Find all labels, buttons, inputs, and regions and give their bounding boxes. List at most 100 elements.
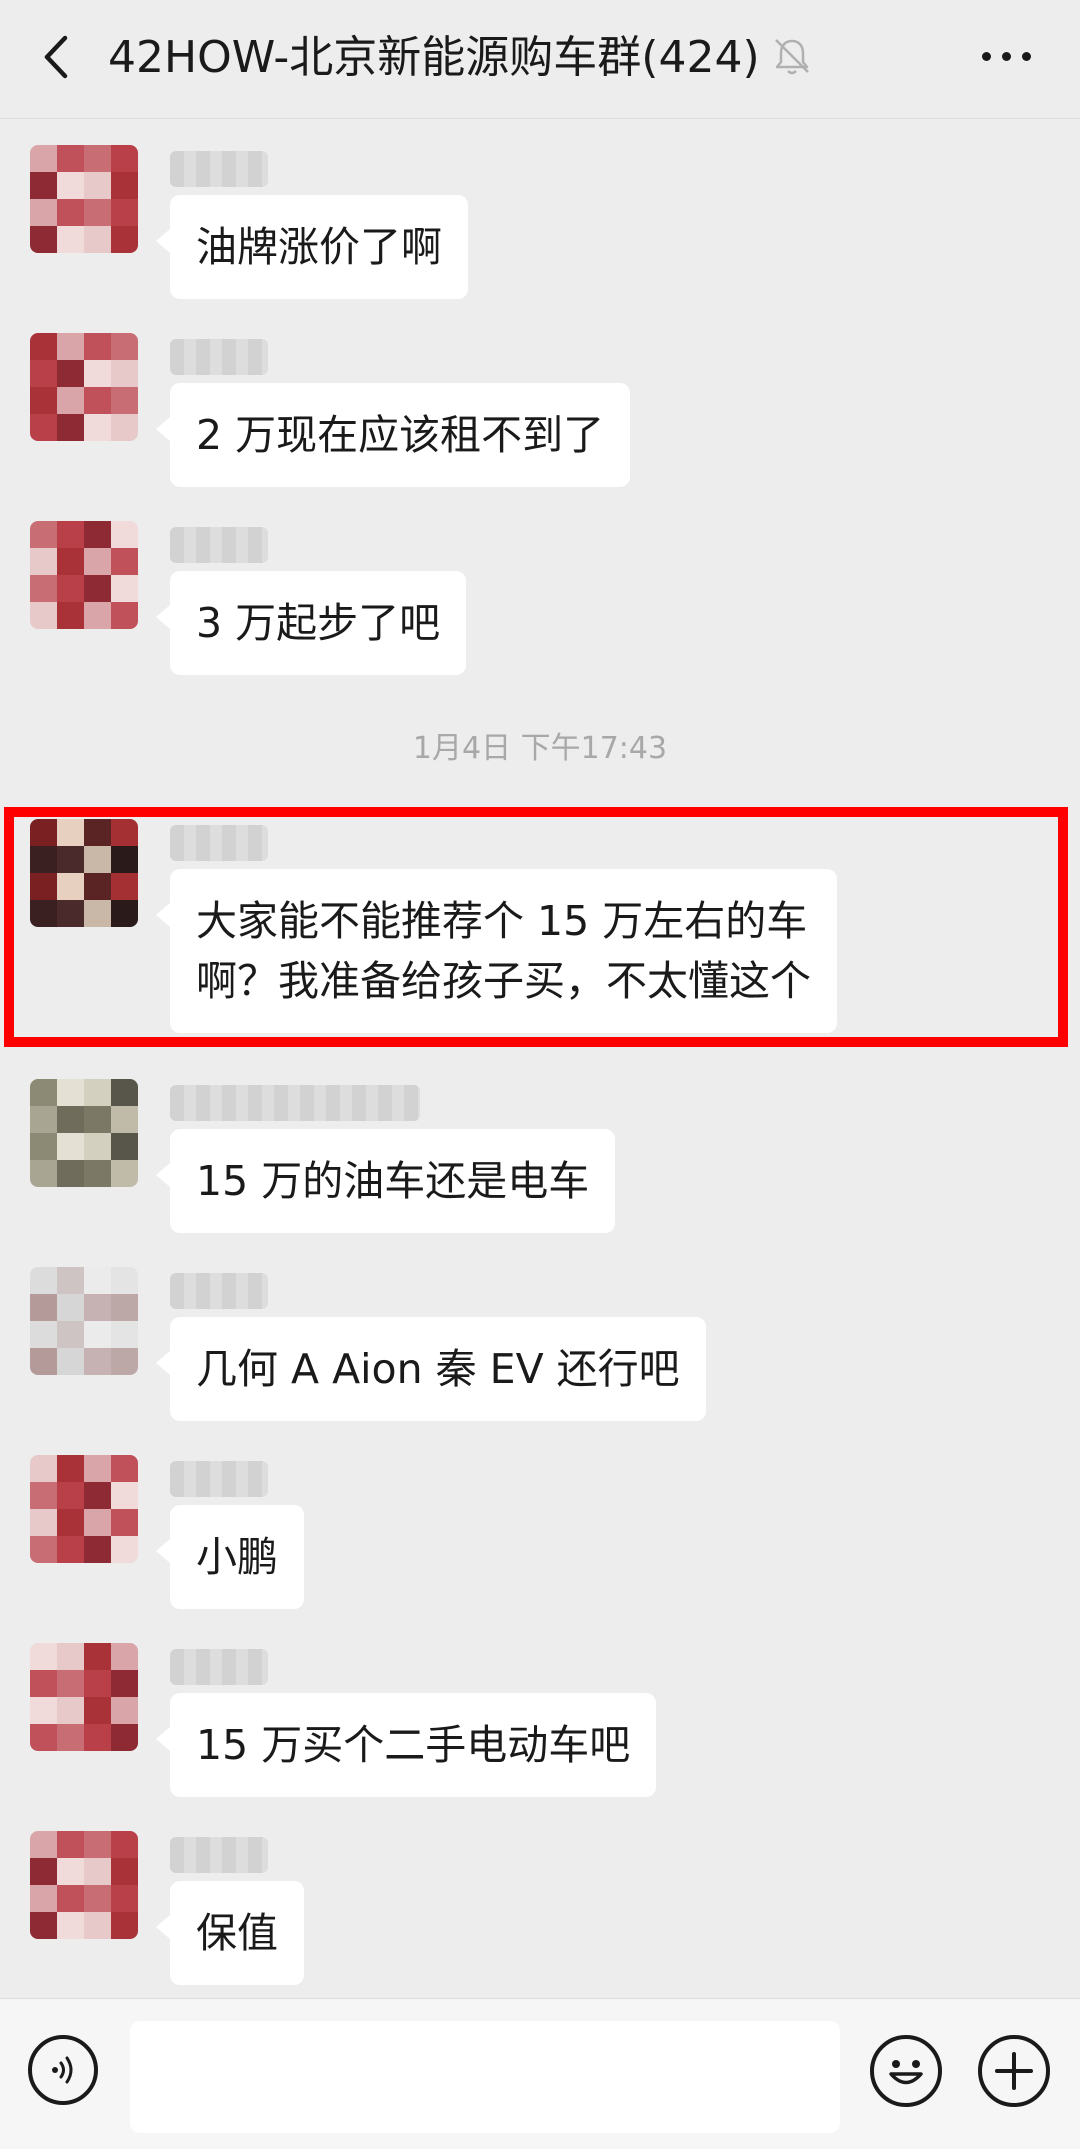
avatar-pixel: [84, 1724, 111, 1751]
avatar-pixel: [84, 1160, 111, 1187]
avatar-pixel: [57, 602, 84, 629]
avatar-pixel: [111, 1643, 138, 1670]
message-bubble[interactable]: 3 万起步了吧: [155, 571, 467, 675]
avatar-pixel: [57, 1133, 84, 1160]
avatar-pixel: [30, 1643, 57, 1670]
avatar-pixel: [57, 1858, 84, 1885]
avatar-pixel: [111, 1885, 138, 1912]
message-list[interactable]: 油牌涨价了啊 2 万现在应该租不到了 3 万起步了吧 1月4日 下午17:43 …: [0, 119, 1080, 1999]
message-bubble[interactable]: 油牌涨价了啊: [156, 195, 468, 299]
message-bubble[interactable]: 小鹏: [156, 1505, 304, 1609]
avatar-pixel: [111, 1482, 138, 1509]
message-bubble[interactable]: 15 万的油车还是电车: [155, 1129, 616, 1233]
avatar-pixel: [57, 199, 84, 226]
avatar-pixel: [111, 387, 138, 414]
avatar-pixel: [111, 1348, 138, 1375]
avatar-pixel: [57, 1670, 84, 1697]
avatar-pixel: [84, 1643, 111, 1670]
avatar-pixel: [30, 602, 57, 629]
chevron-left-icon: [44, 35, 68, 79]
avatar-pixel: [30, 1509, 57, 1536]
avatar-pixel: [84, 172, 111, 199]
avatar-pixel: [84, 1670, 111, 1697]
avatar-pixel: [30, 1912, 57, 1939]
avatar-pixel: [111, 1831, 138, 1858]
message-bubble[interactable]: 2 万现在应该租不到了: [155, 383, 631, 487]
avatar-pixel: [84, 333, 111, 360]
avatar-pixel: [84, 1348, 111, 1375]
avatar-pixel: [84, 1321, 111, 1348]
back-button[interactable]: [26, 22, 86, 92]
avatar-pixel: [57, 387, 84, 414]
avatar-pixel: [30, 1348, 57, 1375]
avatar-pixel: [30, 226, 57, 253]
avatar-pixel: [57, 1482, 84, 1509]
avatar-pixel: [111, 548, 138, 575]
avatar-pixel: [30, 1267, 57, 1294]
avatar-pixel: [111, 1267, 138, 1294]
voice-button[interactable]: [28, 2035, 98, 2105]
avatar-pixel: [30, 1455, 57, 1482]
avatar[interactable]: [30, 1079, 138, 1187]
avatar-pixel: [30, 199, 57, 226]
avatar[interactable]: [30, 1455, 138, 1563]
avatar-pixel: [84, 521, 111, 548]
avatar-pixel: [57, 1885, 84, 1912]
avatar-pixel: [111, 1536, 138, 1563]
avatar-pixel: [30, 333, 57, 360]
avatar-pixel: [84, 575, 111, 602]
avatar-pixel: [30, 1697, 57, 1724]
avatar-pixel: [84, 226, 111, 253]
dot: [1001, 51, 1011, 61]
avatar-pixel: [30, 360, 57, 387]
avatar-pixel: [84, 1133, 111, 1160]
message-bubble[interactable]: 15 万买个二手电动车吧: [155, 1693, 657, 1797]
avatar-pixel: [30, 575, 57, 602]
sender-name-blurred: [170, 339, 268, 375]
avatar-pixel: [84, 548, 111, 575]
avatar-pixel: [84, 1858, 111, 1885]
emoji-button[interactable]: [870, 2035, 942, 2107]
avatar[interactable]: [30, 521, 138, 629]
more-options-button[interactable]: [966, 34, 1046, 78]
avatar-pixel: [111, 1294, 138, 1321]
avatar[interactable]: [30, 333, 138, 441]
chat-title: 42HOW-北京新能源购车群(424): [108, 32, 760, 83]
avatar-pixel: [111, 521, 138, 548]
avatar-pixel: [30, 1858, 57, 1885]
emoji-icon: [889, 2060, 923, 2085]
avatar-pixel: [111, 333, 138, 360]
avatar-pixel: [84, 1536, 111, 1563]
avatar[interactable]: [30, 1831, 138, 1939]
avatar-pixel: [30, 548, 57, 575]
avatar-pixel: [57, 1912, 84, 1939]
red-highlight-box: [4, 807, 1068, 1047]
more-functions-button[interactable]: [978, 2035, 1050, 2107]
avatar[interactable]: [30, 145, 138, 253]
avatar-pixel: [57, 226, 84, 253]
sender-name-blurred: [170, 1837, 268, 1873]
avatar-pixel: [111, 1321, 138, 1348]
message-bubble[interactable]: 几何 A Aion 秦 EV 还行吧: [156, 1317, 706, 1421]
sender-name-blurred: [170, 1461, 268, 1497]
avatar[interactable]: [30, 1643, 138, 1751]
avatar-pixel: [57, 333, 84, 360]
avatar-pixel: [84, 602, 111, 629]
avatar-pixel: [84, 1831, 111, 1858]
avatar-pixel: [57, 1536, 84, 1563]
message-input[interactable]: [130, 2021, 840, 2133]
avatar-pixel: [30, 1536, 57, 1563]
avatar-pixel: [84, 1267, 111, 1294]
avatar-pixel: [111, 360, 138, 387]
message-bubble[interactable]: 保值: [156, 1881, 304, 1985]
avatar-pixel: [84, 1455, 111, 1482]
avatar-pixel: [111, 1079, 138, 1106]
avatar-pixel: [57, 1106, 84, 1133]
avatar[interactable]: [30, 1267, 138, 1375]
chat-header: 42HOW-北京新能源购车群(424): [0, 0, 1080, 119]
avatar-pixel: [57, 575, 84, 602]
avatar-pixel: [111, 1912, 138, 1939]
avatar-pixel: [84, 414, 111, 441]
avatar-pixel: [30, 172, 57, 199]
avatar-pixel: [111, 1106, 138, 1133]
